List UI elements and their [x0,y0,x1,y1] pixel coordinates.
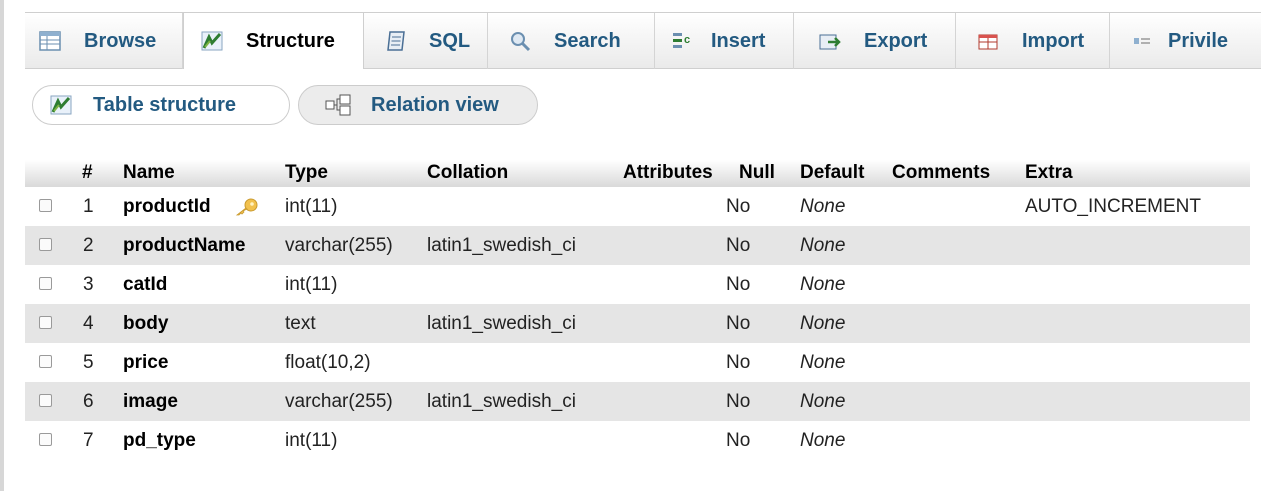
table-structure-button[interactable]: Table structure [32,85,290,125]
row-number: 5 [83,352,94,373]
primary-key-icon [234,198,258,216]
column-type: float(10,2) [285,352,371,373]
column-name: productId [123,196,211,217]
header-attributes[interactable]: Attributes [623,162,713,184]
tab-label: Import [1022,29,1085,52]
header-default[interactable]: Default [800,162,864,184]
svg-text:c: c [684,34,690,46]
column-name: image [123,391,178,412]
relation-icon [325,93,351,117]
column-null: No [726,391,751,412]
row-checkbox[interactable] [39,394,52,407]
column-type: text [285,313,316,334]
row-number: 3 [83,274,94,295]
column-name: pd_type [123,430,196,451]
column-extra: AUTO_INCREMENT [1025,196,1201,217]
row-number: 4 [83,313,94,334]
column-type: varchar(255) [285,235,393,256]
tab-structure[interactable]: Structure [183,12,364,69]
row-number: 6 [83,391,94,412]
subtab-label: Relation view [371,93,499,116]
column-type: varchar(255) [285,391,393,412]
column-default: None [800,274,846,295]
table-row: 1 productId int(11) No None AUTO_INCREME… [25,187,1250,226]
row-checkbox[interactable] [39,355,52,368]
row-checkbox[interactable] [39,277,52,290]
tab-search[interactable]: Search [488,13,655,69]
relation-view-button[interactable]: Relation view [298,85,538,125]
column-default: None [800,313,846,334]
column-null: No [726,235,751,256]
table-row: 5 price float(10,2) No None [25,343,1250,382]
tab-import[interactable]: Import [956,13,1110,69]
column-collation: latin1_swedish_ci [427,235,576,256]
table-header: # Name Type Collation Attributes Null De… [25,160,1250,187]
column-collation: latin1_swedish_ci [427,391,576,412]
tab-export[interactable]: Export [794,13,956,69]
structure-icon [200,29,224,53]
structure-table: # Name Type Collation Attributes Null De… [25,160,1250,460]
table-row: 2 productName varchar(255) latin1_swedis… [25,226,1250,265]
table-row: 7 pd_type int(11) No None [25,421,1250,460]
table-row: 3 catId int(11) No None [25,265,1250,304]
column-default: None [800,391,846,412]
tab-label: Privile [1168,29,1229,52]
row-checkbox[interactable] [39,316,52,329]
row-checkbox[interactable] [39,199,52,212]
column-type: int(11) [285,274,338,295]
column-default: None [800,196,846,217]
tab-label: SQL [429,29,471,52]
column-name: productName [123,235,246,256]
header-num[interactable]: # [82,162,93,184]
top-tab-bar: Browse Structure SQL Search c Insert Exp… [25,12,1261,69]
sql-icon [385,29,409,53]
column-name: price [123,352,169,373]
column-default: None [800,352,846,373]
column-name: body [123,313,169,334]
tab-insert[interactable]: c Insert [655,13,794,69]
table-row: 4 body text latin1_swedish_ci No None [25,304,1250,343]
import-icon [976,29,1000,53]
browse-icon [38,29,62,53]
column-null: No [726,352,751,373]
tab-label: Insert [711,29,766,52]
export-icon [818,29,842,53]
table-row: 6 image varchar(255) latin1_swedish_ci N… [25,382,1250,421]
tab-label: Structure [246,29,335,52]
column-null: No [726,274,751,295]
tab-privileges[interactable]: Privile [1110,13,1261,69]
privileges-icon [1130,29,1154,53]
left-border [0,0,4,491]
column-null: No [726,430,751,451]
search-icon [508,29,532,53]
row-number: 1 [83,196,94,217]
column-null: No [726,196,751,217]
row-checkbox[interactable] [39,433,52,446]
header-type[interactable]: Type [285,162,328,184]
column-name: catId [123,274,168,295]
tab-label: Search [554,29,621,52]
row-number: 7 [83,430,94,451]
header-collation[interactable]: Collation [427,162,508,184]
column-null: No [726,313,751,334]
insert-icon: c [671,29,695,53]
row-number: 2 [83,235,94,256]
tab-sql[interactable]: SQL [364,13,488,69]
structure-icon [49,93,75,117]
column-collation: latin1_swedish_ci [427,313,576,334]
row-checkbox[interactable] [39,238,52,251]
header-comments[interactable]: Comments [892,162,990,184]
header-extra[interactable]: Extra [1025,162,1073,184]
column-default: None [800,430,846,451]
tab-label: Browse [84,29,157,52]
header-name[interactable]: Name [123,162,175,184]
tab-browse[interactable]: Browse [25,13,183,69]
tab-label: Export [864,29,928,52]
column-type: int(11) [285,430,338,451]
column-type: int(11) [285,196,338,217]
column-default: None [800,235,846,256]
header-null[interactable]: Null [739,162,775,184]
subtab-label: Table structure [93,93,236,116]
